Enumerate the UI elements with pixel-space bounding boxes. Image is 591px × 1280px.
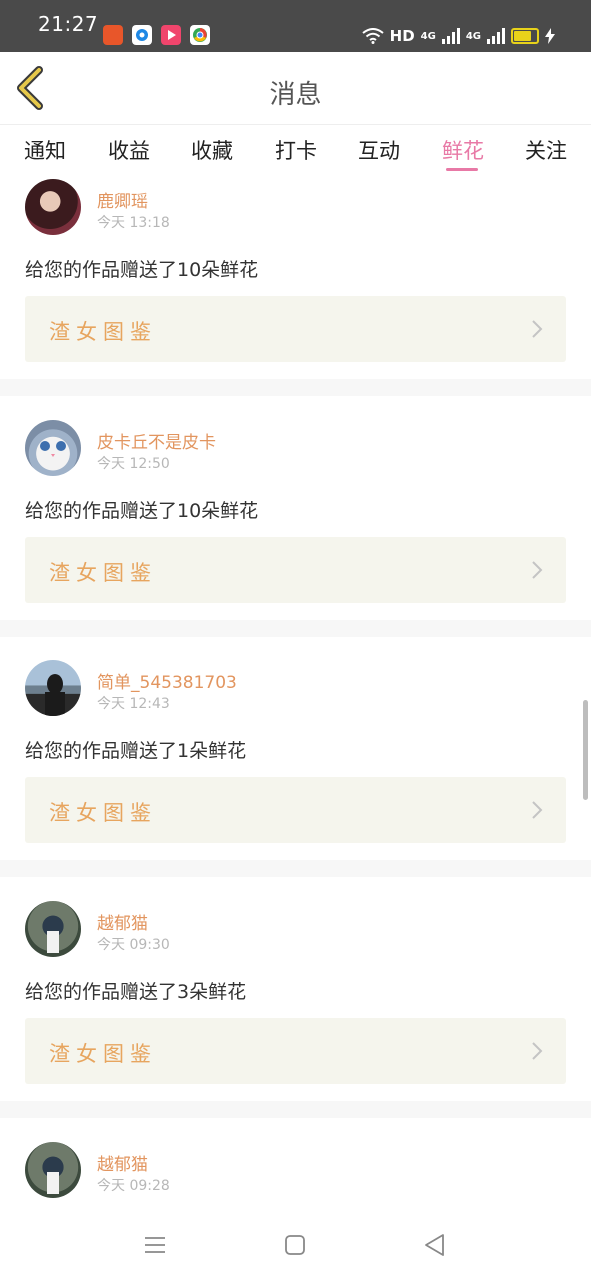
avatar[interactable]: [25, 179, 81, 235]
status-bar: 21:27 HD 4G 4G: [0, 0, 591, 52]
chevron-right-icon: [532, 320, 543, 338]
timestamp: 今天 12:43: [97, 696, 170, 712]
divider: [0, 620, 591, 637]
menu-icon[interactable]: [140, 1230, 170, 1260]
message-text: 给您的作品赠送了1朵鲜花: [25, 740, 247, 762]
work-title: 渣女图鉴: [49, 320, 157, 344]
work-link[interactable]: 渣女图鉴: [25, 1018, 566, 1084]
username[interactable]: 皮卡丘不是皮卡: [97, 428, 216, 453]
timestamp: 今天 13:18: [97, 215, 170, 231]
work-link[interactable]: 渣女图鉴: [25, 296, 566, 362]
avatar[interactable]: [25, 660, 81, 716]
divider: [0, 1101, 591, 1118]
status-time: 21:27: [38, 12, 99, 36]
notification-video-icon: [161, 25, 181, 45]
hd-indicator: HD: [389, 27, 415, 45]
scrollbar[interactable]: [583, 700, 588, 800]
message-text: 给您的作品赠送了10朵鲜花: [25, 500, 259, 522]
message-text: 给您的作品赠送了3朵鲜花: [25, 981, 247, 1003]
username[interactable]: 简单_545381703: [97, 668, 237, 693]
list-item: 简单_545381703 今天 12:43 给您的作品赠送了1朵鲜花 渣女图鉴: [0, 637, 591, 860]
charging-icon: [545, 28, 555, 44]
avatar[interactable]: [25, 420, 81, 476]
notification-browser-icon: [132, 25, 152, 45]
timestamp: 今天 12:50: [97, 456, 170, 472]
back-nav-icon[interactable]: [420, 1230, 450, 1260]
battery-icon: [511, 28, 539, 44]
message-text: 给您的作品赠送了10朵鲜花: [25, 259, 259, 281]
list-item: 越郁猫 今天 09:28: [0, 1118, 591, 1208]
work-title: 渣女图鉴: [49, 801, 157, 825]
tab-checkin[interactable]: 打卡: [275, 135, 317, 165]
wifi-icon: [362, 28, 384, 44]
timestamp: 今天 09:28: [97, 1178, 170, 1194]
notification-app-icon: [103, 25, 123, 45]
work-link[interactable]: 渣女图鉴: [25, 537, 566, 603]
tab-interaction[interactable]: 互动: [358, 135, 400, 165]
chevron-right-icon: [532, 801, 543, 819]
tab-follow[interactable]: 关注: [525, 135, 567, 165]
avatar[interactable]: [25, 1142, 81, 1198]
tab-notifications[interactable]: 通知: [24, 135, 66, 165]
work-title: 渣女图鉴: [49, 1042, 157, 1066]
network-label-2: 4G: [465, 30, 481, 42]
username[interactable]: 鹿卿瑶: [97, 187, 148, 212]
work-link[interactable]: 渣女图鉴: [25, 777, 566, 843]
divider: [0, 860, 591, 877]
notification-chrome-icon: [190, 25, 210, 45]
list-item: 鹿卿瑶 今天 13:18 给您的作品赠送了10朵鲜花 渣女图鉴: [0, 176, 591, 379]
tab-flowers[interactable]: 鲜花: [442, 135, 484, 165]
signal-icon-2: [487, 28, 505, 44]
timestamp: 今天 09:30: [97, 937, 170, 953]
network-label-1: 4G: [420, 30, 436, 42]
active-tab-indicator: [446, 168, 478, 171]
home-icon[interactable]: [280, 1230, 310, 1260]
header: 消息: [0, 52, 591, 124]
avatar[interactable]: [25, 901, 81, 957]
page-title: 消息: [269, 80, 322, 110]
chevron-right-icon: [532, 561, 543, 579]
list-item: 越郁猫 今天 09:30 给您的作品赠送了3朵鲜花 渣女图鉴: [0, 877, 591, 1101]
tab-bar: 通知 收益 收藏 打卡 互动 鲜花 关注: [0, 124, 591, 177]
tab-favorites[interactable]: 收藏: [191, 135, 233, 165]
username[interactable]: 越郁猫: [97, 1150, 148, 1175]
list-item: 皮卡丘不是皮卡 今天 12:50 给您的作品赠送了10朵鲜花 渣女图鉴: [0, 396, 591, 620]
username[interactable]: 越郁猫: [97, 909, 148, 934]
system-nav-bar: [0, 1208, 591, 1280]
chevron-right-icon: [532, 1042, 543, 1060]
tab-earnings[interactable]: 收益: [108, 135, 150, 165]
signal-icon: [441, 28, 460, 44]
divider: [0, 379, 591, 396]
work-title: 渣女图鉴: [49, 561, 157, 585]
status-indicators: HD 4G 4G: [362, 26, 555, 46]
